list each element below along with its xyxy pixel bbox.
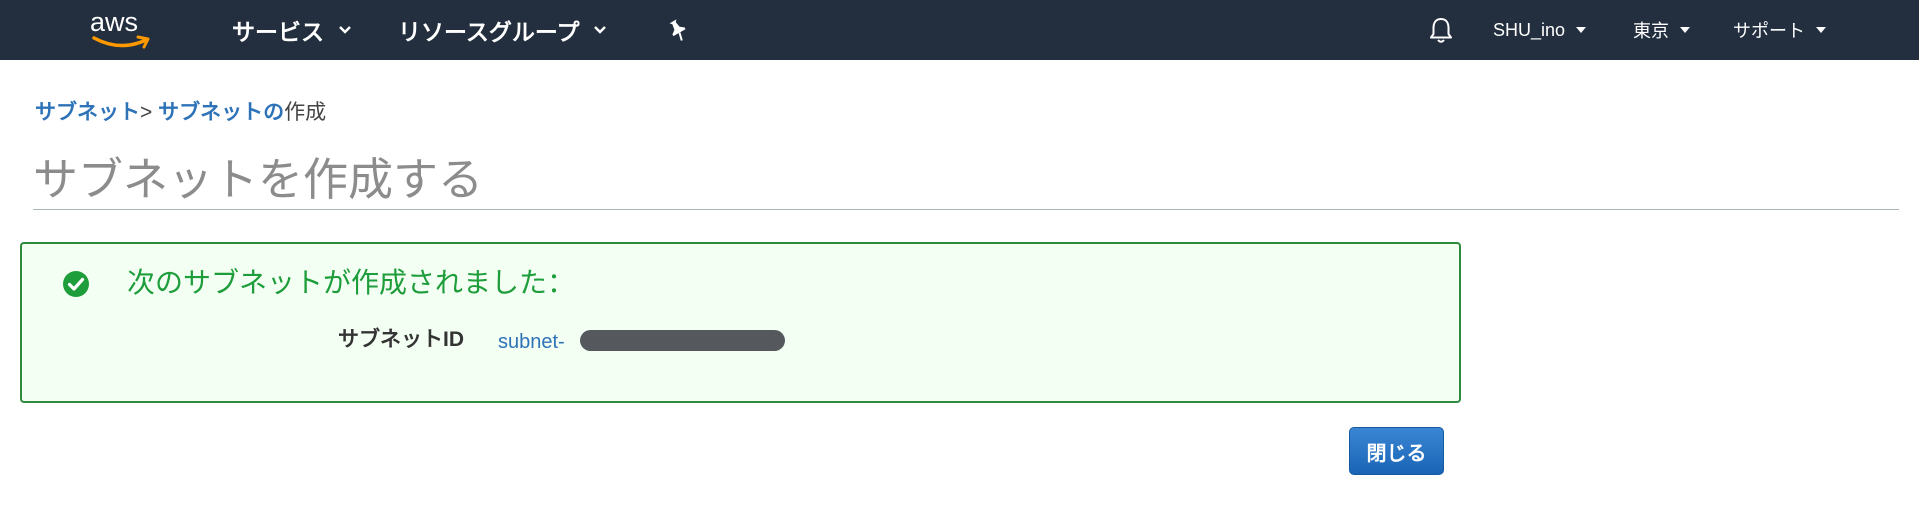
region-menu-label: 東京: [1633, 21, 1669, 41]
success-alert: 次のサブネットが作成されました： サブネットID subnet-: [20, 242, 1461, 403]
account-menu-label: SHU_ino: [1493, 19, 1566, 40]
breadcrumb: サブネット> サブネットの作成: [35, 99, 326, 127]
success-message: 次のサブネットが作成されました：: [127, 267, 576, 298]
subnet-id-label: サブネットID: [338, 328, 464, 351]
services-menu[interactable]: サービス: [232, 0, 352, 60]
resource-groups-menu-label: リソースグループ: [398, 19, 580, 45]
title-divider: [33, 209, 1899, 210]
caret-down-icon: [1576, 27, 1587, 33]
breadcrumb-create-subnet-link[interactable]: サブネットの: [158, 101, 284, 124]
bell-icon[interactable]: [1427, 15, 1455, 45]
account-menu[interactable]: SHU_ino: [1493, 0, 1587, 60]
resource-groups-menu[interactable]: リソースグループ: [398, 0, 607, 60]
breadcrumb-subnets-link[interactable]: サブネット: [35, 101, 140, 124]
support-menu-label: サポート: [1733, 21, 1805, 41]
chevron-down-icon: [594, 26, 607, 34]
subnet-id-link[interactable]: subnet-: [498, 328, 565, 356]
services-menu-label: サービス: [232, 19, 324, 45]
redacted-subnet-id: [580, 330, 785, 351]
close-button[interactable]: 閉じる: [1349, 427, 1444, 475]
page-title: サブネットを作成する: [33, 154, 484, 205]
breadcrumb-separator: >: [140, 101, 153, 124]
aws-logo[interactable]: aws: [88, 6, 156, 52]
support-menu[interactable]: サポート: [1733, 0, 1827, 60]
top-navigation-bar: aws サービス リソースグループ SHU_ino 東京 サポート: [0, 0, 1919, 60]
region-menu[interactable]: 東京: [1633, 0, 1691, 60]
pin-icon[interactable]: [665, 17, 691, 43]
breadcrumb-current: 作成: [284, 101, 327, 124]
caret-down-icon: [1680, 27, 1690, 33]
chevron-down-icon: [339, 26, 351, 34]
caret-down-icon: [1816, 27, 1826, 33]
check-circle-icon: [63, 271, 89, 297]
aws-smile-icon: [92, 35, 150, 49]
